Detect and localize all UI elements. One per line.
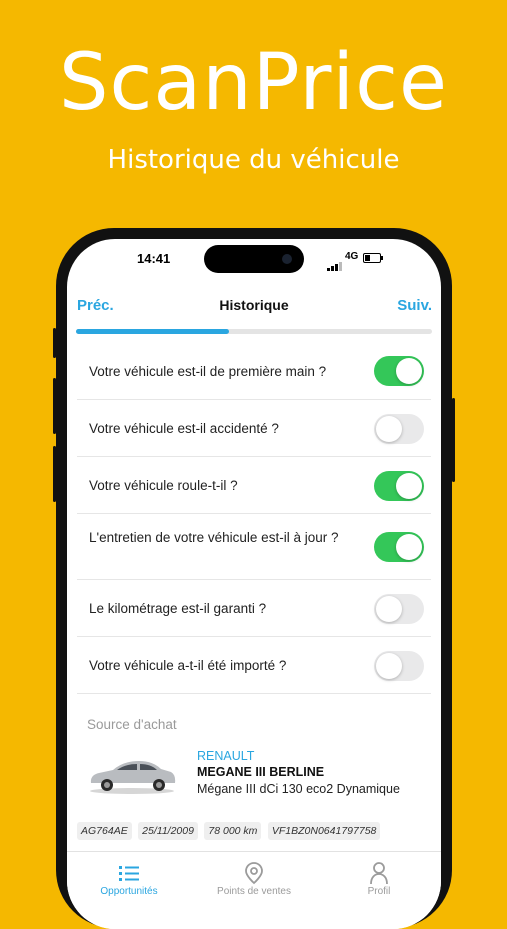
section-header-source: Source d'achat <box>87 717 177 732</box>
question-row: Votre véhicule est-il de première main ? <box>77 342 431 400</box>
vehicle-brand: RENAULT <box>197 749 255 763</box>
question-toggle[interactable] <box>374 413 424 444</box>
status-bar: 14:41 4G <box>67 239 441 285</box>
map-pin-icon <box>192 860 316 886</box>
toggle-knob <box>376 652 402 679</box>
page-title: Historique <box>219 297 289 313</box>
vin-chip: VF1BZ0N0641797758 <box>267 822 381 840</box>
question-label: Votre véhicule est-il accidenté ? <box>89 421 279 436</box>
vehicle-version: Mégane III dCi 130 eco2 Dynamique <box>197 782 400 796</box>
tab-label: Opportunités <box>100 886 158 897</box>
signal-icon <box>327 253 343 271</box>
tab-points-de-ventes[interactable]: Points de ventes <box>192 860 316 897</box>
date-chip: 25/11/2009 <box>138 822 198 840</box>
question-label: Votre véhicule roule-t-il ? <box>89 478 238 493</box>
hero-subtitle: Historique du véhicule <box>107 145 400 175</box>
question-label: Le kilométrage est-il garanti ? <box>89 601 267 616</box>
question-row: Votre véhicule roule-t-il ? <box>77 457 431 514</box>
car-image <box>90 761 176 794</box>
toggle-knob <box>396 472 422 499</box>
mileage-chip: 78 000 km <box>204 822 262 840</box>
next-button[interactable]: Suiv. <box>397 297 432 314</box>
network-label: 4G <box>345 251 359 262</box>
tab-label: Profil <box>367 886 391 897</box>
vehicle-model: MEGANE III BERLINE <box>197 765 325 779</box>
vehicle-details: AG764AE 25/11/2009 78 000 km VF1BZ0N0641… <box>77 821 382 840</box>
progress-bar <box>76 329 432 334</box>
phone-power-button <box>452 398 455 482</box>
toggle-knob <box>396 358 422 384</box>
toggle-knob <box>376 595 402 622</box>
list-icon <box>67 860 191 886</box>
question-label: Votre véhicule est-il de première main ? <box>89 363 327 379</box>
navigation-bar: Préc. Historique Suiv. <box>67 289 441 319</box>
phone-volume-down-button <box>53 446 56 502</box>
battery-icon <box>363 253 383 263</box>
question-label: L'entretien de votre véhicule est-il à j… <box>89 530 339 545</box>
phone-screen: 14:41 4G Préc. Historique Suiv. Votre vé… <box>67 239 441 929</box>
question-row: Votre véhicule est-il accidenté ? <box>77 400 431 457</box>
phone-volume-up-button <box>53 378 56 434</box>
question-toggle[interactable] <box>374 470 424 501</box>
tab-profil[interactable]: Profil <box>317 860 441 897</box>
question-label: Votre véhicule a-t-il été importé ? <box>89 658 287 673</box>
tab-label: Points de ventes <box>217 886 291 897</box>
plate-chip: AG764AE <box>77 822 132 840</box>
status-time: 14:41 <box>137 251 171 266</box>
question-row: Votre véhicule a-t-il été importé ? <box>77 637 431 694</box>
question-toggle[interactable] <box>374 593 424 624</box>
dynamic-island <box>204 245 304 273</box>
question-row: Le kilométrage est-il garanti ? <box>77 580 431 637</box>
phone-frame: 14:41 4G Préc. Historique Suiv. Votre vé… <box>53 228 455 929</box>
question-toggle[interactable] <box>374 356 424 386</box>
vehicle-card[interactable]: RENAULT MEGANE III BERLINE Mégane III dC… <box>67 739 441 851</box>
question-row: L'entretien de votre véhicule est-il à j… <box>77 514 431 580</box>
question-toggle[interactable] <box>374 650 424 681</box>
person-icon <box>317 860 441 886</box>
toggle-knob <box>376 415 402 442</box>
tab-opportunites[interactable]: Opportunités <box>67 860 191 897</box>
question-list: Votre véhicule est-il de première main ?… <box>77 342 431 694</box>
question-toggle[interactable] <box>374 532 424 562</box>
progress-fill <box>76 329 230 334</box>
toggle-knob <box>396 534 422 560</box>
phone-side-button <box>53 328 56 358</box>
camera-icon <box>282 254 292 264</box>
hero-title: ScanPrice <box>59 38 448 128</box>
tab-bar: Opportunités Points de ventes Profil <box>67 851 441 929</box>
